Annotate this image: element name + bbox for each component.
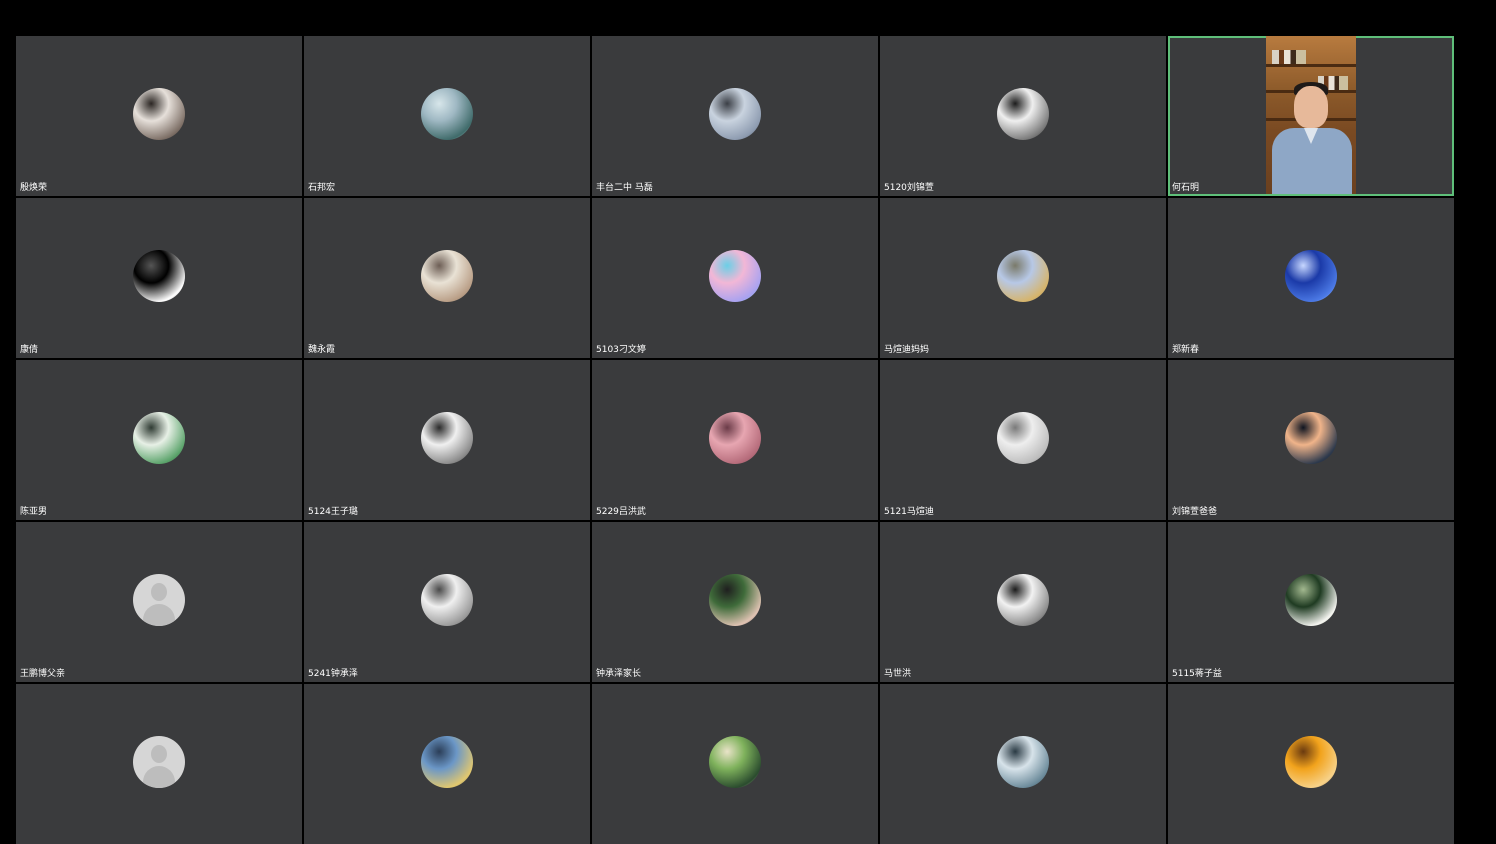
sketch-portrait-avatar [133,250,185,302]
video-feed [1266,36,1356,194]
participant-tile[interactable]: 魏永霞 [304,198,590,358]
participant-name: 钟承泽家长 [596,669,642,679]
anime-girl-avatar [133,412,185,464]
participant-name: 5124王子璐 [308,507,358,517]
bridge-water-avatar [421,736,473,788]
participant-name: 5121马煊迪 [884,507,934,517]
default-user-avatar [133,574,185,626]
lotus-avatar [1285,574,1337,626]
participant-tile[interactable]: 何石明 [1168,36,1454,196]
participant-name: 郑新春 [1172,345,1200,355]
participant-tile[interactable] [16,684,302,844]
bw-portrait-avatar [997,88,1049,140]
city-skyline-avatar [421,412,473,464]
participant-name: 刘锦萱爸爸 [1172,507,1218,517]
participant-tile[interactable]: 丰台二中 马磊 [592,36,878,196]
straw-hat-avatar [421,250,473,302]
participant-name: 魏永霞 [308,345,336,355]
participant-name: 马世洪 [884,669,912,679]
default-user-avatar [133,736,185,788]
participant-name: 马煊迪妈妈 [884,345,930,355]
participant-name: 陈亚男 [20,507,48,517]
participant-tile[interactable] [304,684,590,844]
bw-anime-avatar [421,574,473,626]
participant-tile[interactable]: 5124王子璐 [304,360,590,520]
participant-tile[interactable]: 钟承泽家长 [592,522,878,682]
sunset-avatar [709,412,761,464]
participant-tile[interactable]: 5241钟承泽 [304,522,590,682]
garfield-cat-avatar [1285,736,1337,788]
participant-name: 康倩 [20,345,39,355]
autumn-leaves-avatar [997,250,1049,302]
participant-tile[interactable]: 殷焕荣 [16,36,302,196]
participant-tile[interactable] [1168,684,1454,844]
participant-tile[interactable]: 石邦宏 [304,36,590,196]
participant-tile[interactable]: 马煊迪妈妈 [880,198,1166,358]
silhouette-sunset-avatar [1285,412,1337,464]
participant-name: 5120刘锦萱 [884,183,934,193]
participant-tile[interactable]: 5103刁文婷 [592,198,878,358]
person-photo-avatar [133,88,185,140]
pastel-bird-avatar [709,250,761,302]
participant-name: 5115蒋子益 [1172,669,1222,679]
participant-name: 殷焕荣 [20,183,48,193]
anime-portrait-avatar [997,736,1049,788]
participant-name: 5241钟承泽 [308,669,358,679]
participant-tile[interactable]: 5120刘锦萱 [880,36,1166,196]
participant-tile[interactable]: 王鹏博父亲 [16,522,302,682]
woman-portrait-avatar [709,574,761,626]
participant-tile[interactable]: 5115蒋子益 [1168,522,1454,682]
participant-tile[interactable]: 康倩 [16,198,302,358]
participant-tile[interactable]: 郑新春 [1168,198,1454,358]
participant-tile[interactable]: 5121马煊迪 [880,360,1166,520]
ink-horse-avatar [997,574,1049,626]
participant-name: 5103刁文婷 [596,345,646,355]
participant-name: 何石明 [1172,183,1200,193]
starry-sky-avatar [1285,250,1337,302]
participant-tile[interactable]: 陈亚男 [16,360,302,520]
participant-name: 王鹏博父亲 [20,669,66,679]
winter-tree-avatar [997,412,1049,464]
participant-name: 丰台二中 马磊 [596,183,653,193]
participant-tile[interactable] [880,684,1166,844]
participant-tile[interactable] [592,684,878,844]
participant-tile[interactable]: 刘锦萱爸爸 [1168,360,1454,520]
beach-people-avatar [709,88,761,140]
participant-tile[interactable]: 5229吕洪武 [592,360,878,520]
participant-name: 5229吕洪武 [596,507,646,517]
participant-tile[interactable]: 马世洪 [880,522,1166,682]
participant-grid: 殷焕荣 石邦宏 丰台二中 马磊 5120刘锦萱 何石明康倩 魏永霞 5103刁文婷 马煊迪妈妈… [16,36,1454,844]
cartoon-animals-avatar [709,736,761,788]
participant-name: 石邦宏 [308,183,336,193]
lake-mountain-avatar [421,88,473,140]
